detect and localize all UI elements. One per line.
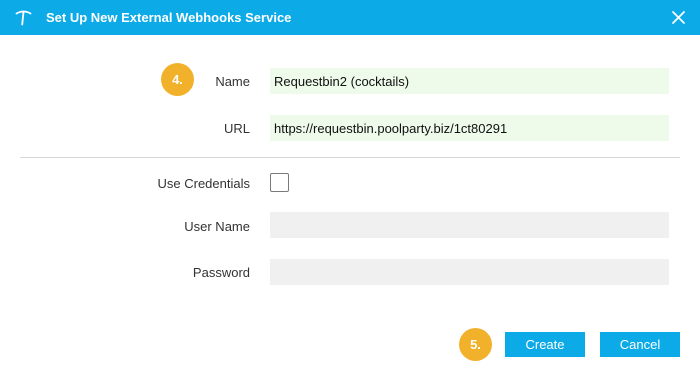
form-divider — [20, 157, 680, 158]
password-input[interactable] — [270, 259, 669, 285]
dialog-titlebar: Set Up New External Webhooks Service — [0, 0, 700, 35]
close-icon[interactable] — [670, 9, 687, 26]
cancel-button[interactable]: Cancel — [600, 332, 680, 357]
user-name-label: User Name — [184, 219, 250, 234]
password-label: Password — [192, 265, 250, 280]
dialog-title: Set Up New External Webhooks Service — [46, 10, 292, 25]
webhooks-dialog: Set Up New External Webhooks Service 4. … — [0, 0, 700, 373]
name-input[interactable] — [270, 68, 669, 94]
pickaxe-logo-icon — [15, 10, 32, 26]
url-input[interactable] — [270, 115, 669, 141]
step-badge-5: 5. — [459, 328, 492, 361]
name-label: Name — [215, 74, 250, 89]
use-credentials-label: Use Credentials — [157, 176, 251, 191]
url-label: URL — [223, 121, 250, 136]
use-credentials-checkbox[interactable] — [270, 173, 289, 192]
create-button[interactable]: Create — [505, 332, 585, 357]
user-name-input[interactable] — [270, 212, 669, 238]
